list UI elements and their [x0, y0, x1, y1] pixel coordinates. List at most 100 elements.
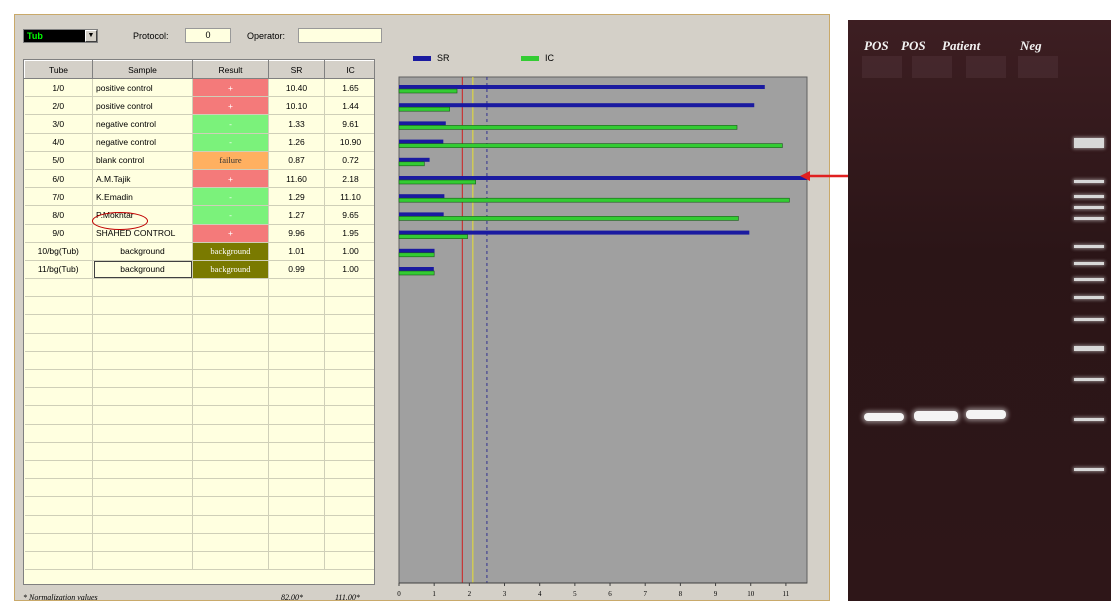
table-row-empty[interactable]	[24, 460, 374, 480]
table-cell-empty[interactable]	[92, 460, 193, 480]
cell-tube[interactable]: 11/bg(Tub)	[24, 260, 93, 280]
table-cell-empty[interactable]	[268, 278, 325, 298]
cell-ic[interactable]: 1.00	[324, 242, 374, 261]
table-cell-empty[interactable]	[192, 333, 269, 352]
table-cell-empty[interactable]	[324, 387, 374, 407]
table-row[interactable]: 5/0 blank control failure 0.87 0.72	[24, 151, 374, 170]
table-cell-empty[interactable]	[92, 496, 193, 516]
table-cell-empty[interactable]	[24, 460, 93, 480]
operator-input[interactable]	[298, 28, 382, 43]
table-cell-empty[interactable]	[24, 515, 93, 534]
table-cell-empty[interactable]	[24, 333, 93, 352]
cell-sr[interactable]: 0.87	[268, 151, 325, 170]
table-row-empty[interactable]	[24, 496, 374, 516]
table-cell-empty[interactable]	[92, 551, 193, 571]
table-cell-empty[interactable]	[324, 405, 374, 425]
cell-tube[interactable]: 6/0	[24, 169, 93, 189]
table-cell-empty[interactable]	[24, 496, 93, 516]
table-row-empty[interactable]	[24, 278, 374, 298]
table-cell-empty[interactable]	[268, 515, 325, 534]
cell-tube[interactable]: 4/0	[24, 133, 93, 152]
cell-ic[interactable]: 1.00	[324, 260, 374, 280]
cell-sr[interactable]: 11.60	[268, 169, 325, 189]
cell-tube[interactable]: 1/0	[24, 78, 93, 98]
cell-sr[interactable]: 0.99	[268, 260, 325, 280]
cell-sample[interactable]: K.Emadin	[92, 187, 193, 207]
table-row[interactable]: 4/0 negative control -1.26 10.90	[24, 133, 374, 152]
cell-ic[interactable]: 1.65	[324, 78, 374, 98]
table-cell-empty[interactable]	[92, 442, 193, 461]
cell-result[interactable]: failure	[192, 151, 269, 170]
table-cell-empty[interactable]	[192, 387, 269, 407]
table-cell-empty[interactable]	[24, 424, 93, 443]
cell-sample[interactable]: A.M.Tajik	[92, 169, 193, 189]
cell-result[interactable]: background	[192, 260, 269, 280]
cell-tube[interactable]: 3/0	[24, 114, 93, 134]
table-cell-empty[interactable]	[24, 387, 93, 407]
table-cell-empty[interactable]	[92, 278, 193, 298]
table-cell-empty[interactable]	[192, 369, 269, 389]
table-row[interactable]: 10/bg(Tub) background background 1.01 1.00	[24, 242, 374, 261]
table-cell-empty[interactable]	[324, 333, 374, 352]
cell-ic[interactable]: 9.65	[324, 205, 374, 225]
cell-result[interactable]: +	[192, 96, 269, 116]
table-row-empty[interactable]	[24, 551, 374, 571]
table-cell-empty[interactable]	[268, 405, 325, 425]
table-cell-empty[interactable]	[192, 515, 269, 534]
cell-sample[interactable]: background	[92, 242, 193, 261]
chevron-down-icon[interactable]: ▼	[85, 30, 97, 42]
column-header-sr[interactable]: SR	[268, 60, 325, 79]
table-cell-empty[interactable]	[324, 442, 374, 461]
table-cell-empty[interactable]	[324, 551, 374, 571]
table-row[interactable]: 1/0 positive control +10.40 1.65	[24, 78, 374, 98]
cell-sample[interactable]: background	[92, 260, 193, 280]
table-cell-empty[interactable]	[92, 515, 193, 534]
cell-sample[interactable]: blank control	[92, 151, 193, 170]
table-cell-empty[interactable]	[324, 460, 374, 480]
table-row-empty[interactable]	[24, 424, 374, 443]
cell-ic[interactable]: 0.72	[324, 151, 374, 170]
cell-sample[interactable]: positive control	[92, 78, 193, 98]
protocol-input[interactable]: 0	[185, 28, 231, 43]
table-cell-empty[interactable]	[24, 296, 93, 316]
table-row-empty[interactable]	[24, 351, 374, 371]
cell-ic[interactable]: 1.95	[324, 224, 374, 243]
table-row[interactable]: 7/0 K.Emadin -1.29 11.10	[24, 187, 374, 207]
table-cell-empty[interactable]	[268, 533, 325, 552]
table-cell-empty[interactable]	[24, 551, 93, 571]
table-cell-empty[interactable]	[268, 351, 325, 371]
cell-result[interactable]: -	[192, 114, 269, 134]
table-row-empty[interactable]	[24, 533, 374, 552]
table-cell-empty[interactable]	[268, 387, 325, 407]
table-cell-empty[interactable]	[24, 369, 93, 389]
table-cell-empty[interactable]	[268, 314, 325, 334]
cell-result[interactable]: -	[192, 133, 269, 152]
table-cell-empty[interactable]	[192, 551, 269, 571]
table-cell-empty[interactable]	[92, 533, 193, 552]
table-row[interactable]: 9/0 SHAHED CONTROL +9.96 1.95	[24, 224, 374, 243]
table-row[interactable]: 8/0 P.Mokhtar -1.27 9.65	[24, 205, 374, 225]
table-cell-empty[interactable]	[268, 496, 325, 516]
table-cell-empty[interactable]	[324, 424, 374, 443]
cell-tube[interactable]: 2/0	[24, 96, 93, 116]
table-cell-empty[interactable]	[24, 405, 93, 425]
table-cell-empty[interactable]	[192, 424, 269, 443]
cell-result[interactable]: +	[192, 224, 269, 243]
table-row-empty[interactable]	[24, 387, 374, 407]
table-row-empty[interactable]	[24, 515, 374, 534]
cell-sample[interactable]: positive control	[92, 96, 193, 116]
table-cell-empty[interactable]	[92, 424, 193, 443]
cell-tube[interactable]: 9/0	[24, 224, 93, 243]
table-cell-empty[interactable]	[268, 460, 325, 480]
cell-tube[interactable]: 10/bg(Tub)	[24, 242, 93, 261]
cell-ic[interactable]: 10.90	[324, 133, 374, 152]
table-cell-empty[interactable]	[192, 351, 269, 371]
cell-sr[interactable]: 10.40	[268, 78, 325, 98]
cell-sr[interactable]: 1.33	[268, 114, 325, 134]
table-cell-empty[interactable]	[24, 351, 93, 371]
cell-sample[interactable]: negative control	[92, 114, 193, 134]
column-header-sample[interactable]: Sample	[92, 60, 193, 79]
table-cell-empty[interactable]	[192, 405, 269, 425]
table-cell-empty[interactable]	[192, 533, 269, 552]
cell-sr[interactable]: 1.29	[268, 187, 325, 207]
